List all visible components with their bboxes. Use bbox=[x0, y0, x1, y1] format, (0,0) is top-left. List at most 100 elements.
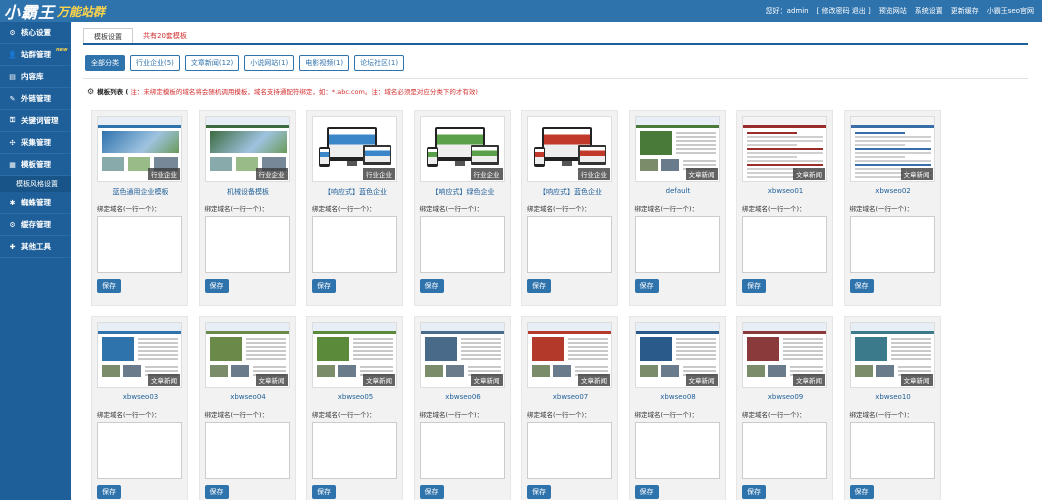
thumb-image-block bbox=[209, 365, 228, 377]
bind-domain-textarea[interactable] bbox=[742, 422, 827, 479]
template-thumbnail[interactable]: 文章新闻 bbox=[849, 116, 935, 182]
logo-sub: 万能站群 bbox=[57, 4, 106, 19]
filter-video[interactable]: 电影视频(1) bbox=[299, 55, 350, 71]
save-button[interactable]: 保存 bbox=[204, 485, 229, 499]
template-name[interactable]: 【响应式】绿色企业 bbox=[415, 187, 512, 197]
bind-domain-textarea[interactable] bbox=[742, 216, 827, 273]
template-thumbnail[interactable]: 文章新闻 bbox=[634, 322, 720, 388]
update-cache-link[interactable]: 更新缓存 bbox=[951, 6, 979, 16]
save-button[interactable]: 保存 bbox=[312, 279, 336, 293]
template-thumbnail[interactable]: 文章新闻 bbox=[97, 322, 182, 388]
thumb-text-line bbox=[790, 370, 823, 372]
template-name[interactable]: xbwseo05 bbox=[307, 393, 404, 401]
save-button[interactable]: 保存 bbox=[742, 279, 766, 293]
bind-domain-textarea[interactable] bbox=[204, 216, 290, 273]
thumb-text-line bbox=[747, 148, 823, 150]
template-name[interactable]: 【响应式】蓝色企业 bbox=[307, 187, 404, 197]
filter-industry[interactable]: 行业企业(5) bbox=[130, 55, 180, 71]
save-button[interactable]: 保存 bbox=[742, 485, 766, 499]
template-thumbnail[interactable]: 行业企业 bbox=[97, 116, 182, 182]
bind-domain-textarea[interactable] bbox=[312, 216, 397, 273]
thumb-text-line bbox=[360, 366, 393, 368]
thumb-text-line bbox=[854, 164, 931, 166]
bind-domain-textarea[interactable] bbox=[419, 422, 505, 479]
template-name[interactable]: xbwseo01 bbox=[737, 187, 834, 195]
sidebar-item-spider[interactable]: ✱ 蜘蛛管理 bbox=[0, 192, 71, 214]
template-name[interactable]: 蓝色通用企业模板 bbox=[92, 187, 189, 197]
bind-domain-textarea[interactable] bbox=[634, 422, 720, 479]
thumb-text-line bbox=[353, 354, 393, 356]
bind-domain-textarea[interactable] bbox=[527, 422, 612, 479]
bind-domain-textarea[interactable] bbox=[849, 422, 935, 479]
template-thumbnail[interactable]: 行业企业 bbox=[527, 116, 612, 182]
template-name[interactable]: xbwseo09 bbox=[737, 393, 834, 401]
save-button[interactable]: 保存 bbox=[97, 485, 121, 499]
thumb-image-block bbox=[532, 365, 550, 377]
save-button[interactable]: 保存 bbox=[527, 279, 551, 293]
save-button[interactable]: 保存 bbox=[419, 279, 444, 293]
sidebar-subitem-template-style[interactable]: 模板风格设置 bbox=[0, 176, 71, 192]
template-thumbnail[interactable]: 文章新闻 bbox=[312, 322, 397, 388]
filter-all[interactable]: 全部分类 bbox=[85, 55, 125, 71]
template-thumbnail[interactable]: 文章新闻 bbox=[204, 322, 290, 388]
template-name[interactable]: 机械设备模板 bbox=[200, 187, 297, 197]
system-settings-link[interactable]: 系统设置 bbox=[915, 6, 943, 16]
thumb-text-line bbox=[467, 370, 501, 372]
bind-domain-textarea[interactable] bbox=[97, 422, 182, 479]
bind-domain-textarea[interactable] bbox=[312, 422, 397, 479]
template-name[interactable]: xbwseo02 bbox=[845, 187, 942, 195]
thumb-text-line bbox=[675, 350, 716, 352]
divider bbox=[83, 78, 1028, 79]
bind-domain-textarea[interactable] bbox=[634, 216, 720, 273]
save-button[interactable]: 保存 bbox=[204, 279, 229, 293]
template-name[interactable]: xbwseo07 bbox=[522, 393, 619, 401]
save-button[interactable]: 保存 bbox=[527, 485, 551, 499]
preview-site-link[interactable]: 预览网站 bbox=[879, 6, 907, 16]
template-name[interactable]: default bbox=[630, 187, 727, 195]
template-thumbnail[interactable]: 行业企业 bbox=[204, 116, 290, 182]
official-site-link[interactable]: 小霸王seo官网 bbox=[987, 6, 1034, 16]
template-thumbnail[interactable]: 文章新闻 bbox=[742, 116, 827, 182]
template-thumbnail[interactable]: 文章新闻 bbox=[419, 322, 505, 388]
template-thumbnail[interactable]: 文章新闻 bbox=[634, 116, 720, 182]
change-password-logout-link[interactable]: [ 修改密码 退出 ] bbox=[817, 6, 871, 16]
sidebar-item-chain[interactable]: ✎ 外链管理 bbox=[0, 88, 71, 110]
template-thumbnail[interactable]: 文章新闻 bbox=[849, 322, 935, 388]
tab-template-settings[interactable]: 模板设置 bbox=[83, 28, 133, 44]
sidebar-item-key[interactable]: ⚿ 关键词管理 bbox=[0, 110, 71, 132]
filter-news[interactable]: 文章新闻(12) bbox=[184, 55, 240, 71]
template-name[interactable]: 【响应式】蓝色企业 bbox=[522, 187, 619, 197]
sidebar-item-collect[interactable]: ✣ 采集管理 bbox=[0, 132, 71, 154]
sidebar-item-user[interactable]: 👤 站群管理 new bbox=[0, 44, 71, 66]
template-name[interactable]: xbwseo08 bbox=[630, 393, 727, 401]
sidebar-item-cache[interactable]: ⚙ 缓存管理 bbox=[0, 214, 71, 236]
bind-domain-label: 绑定域名(一行一个)： bbox=[204, 411, 269, 419]
save-button[interactable]: 保存 bbox=[419, 485, 444, 499]
template-name[interactable]: xbwseo10 bbox=[845, 393, 942, 401]
save-button[interactable]: 保存 bbox=[634, 279, 659, 293]
save-button[interactable]: 保存 bbox=[634, 485, 659, 499]
sidebar-item-gear[interactable]: ⚙ 核心设置 bbox=[0, 22, 71, 44]
template-thumbnail[interactable]: 行业企业 bbox=[419, 116, 505, 182]
bind-domain-textarea[interactable] bbox=[849, 216, 935, 273]
save-button[interactable]: 保存 bbox=[312, 485, 336, 499]
sidebar-item-tools[interactable]: ✚ 其他工具 bbox=[0, 236, 71, 258]
bind-domain-textarea[interactable] bbox=[204, 422, 290, 479]
sidebar-item-doc[interactable]: ▤ 内容库 bbox=[0, 66, 71, 88]
filter-novel[interactable]: 小说网站(1) bbox=[244, 55, 295, 71]
template-name[interactable]: xbwseo06 bbox=[415, 393, 512, 401]
bind-domain-textarea[interactable] bbox=[419, 216, 505, 273]
template-thumbnail[interactable]: 行业企业 bbox=[312, 116, 397, 182]
save-button[interactable]: 保存 bbox=[849, 485, 874, 499]
bind-domain-textarea[interactable] bbox=[97, 216, 182, 273]
thumb-image-block bbox=[768, 365, 786, 377]
template-name[interactable]: xbwseo04 bbox=[200, 393, 297, 401]
filter-forum[interactable]: 论坛社区(1) bbox=[354, 55, 405, 71]
bind-domain-textarea[interactable] bbox=[527, 216, 612, 273]
sidebar-item-template[interactable]: ▦ 模板管理 bbox=[0, 154, 71, 176]
save-button[interactable]: 保存 bbox=[849, 279, 874, 293]
template-name[interactable]: xbwseo03 bbox=[92, 393, 189, 401]
save-button[interactable]: 保存 bbox=[97, 279, 121, 293]
template-thumbnail[interactable]: 文章新闻 bbox=[742, 322, 827, 388]
template-thumbnail[interactable]: 文章新闻 bbox=[527, 322, 612, 388]
